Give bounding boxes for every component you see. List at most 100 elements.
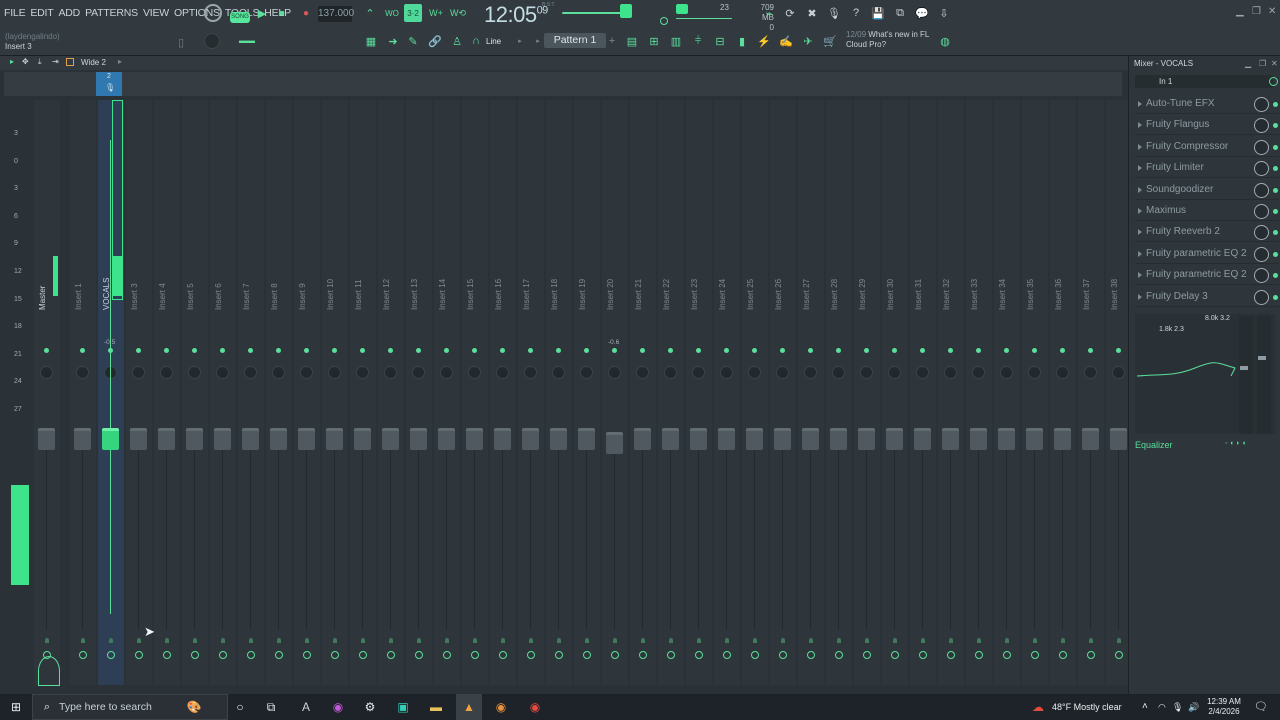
strip-enable-led[interactable] <box>892 348 897 353</box>
taskbar-clock[interactable]: 12:39 AM 2/4/2026 <box>1204 697 1244 717</box>
mixer-strip-insert-31[interactable]: Insert 31 <box>910 100 936 708</box>
strip-send-ring-icon[interactable] <box>891 651 899 659</box>
strip-volume-fader[interactable] <box>242 428 259 450</box>
shop-icon[interactable]: 🛒 <box>822 34 838 48</box>
strip-send-ring-icon[interactable] <box>583 651 591 659</box>
mixer-strip-insert-14[interactable]: Insert 14 <box>434 100 460 708</box>
strip-route-icon[interactable] <box>305 638 309 643</box>
strip-send-ring-icon[interactable] <box>667 651 675 659</box>
slot-mix-knob[interactable] <box>1254 182 1269 198</box>
slot-mix-knob[interactable] <box>1254 161 1269 177</box>
strip-route-icon[interactable] <box>1005 638 1009 643</box>
strip-pan-knob[interactable] <box>552 366 565 379</box>
metronome-icon[interactable]: ⌃ <box>362 5 378 21</box>
mixer-strip-insert-4[interactable]: Insert 4 <box>154 100 180 708</box>
mixer-strip-master[interactable]: Master <box>34 100 60 708</box>
screen-capture-icon[interactable]: ▣ <box>393 694 413 720</box>
menu-patterns[interactable]: PATTERNS <box>85 7 138 19</box>
tempo-display[interactable]: 137.000 <box>318 6 354 22</box>
piano-roll-icon[interactable]: ▥ <box>668 34 684 48</box>
fx-slot[interactable]: Maximus <box>1135 201 1279 221</box>
strip-enable-led[interactable] <box>836 348 841 353</box>
strip-route-icon[interactable] <box>193 638 197 643</box>
strip-send-ring-icon[interactable] <box>219 651 227 659</box>
step-edit-icon[interactable]: W+ <box>428 5 444 21</box>
strip-enable-led[interactable] <box>780 348 785 353</box>
fx-slot[interactable]: Fruity Reeverb 2 <box>1135 222 1279 243</box>
strip-volume-fader[interactable] <box>130 428 147 450</box>
strip-pan-knob[interactable] <box>692 366 705 379</box>
strip-enable-led[interactable] <box>696 348 701 353</box>
mixer-strip-insert-13[interactable]: Insert 13 <box>406 100 432 708</box>
strip-route-icon[interactable] <box>809 638 813 643</box>
strip-send-ring-icon[interactable] <box>639 651 647 659</box>
strip-enable-led[interactable] <box>44 348 49 353</box>
strip-pan-knob[interactable] <box>860 366 873 379</box>
strip-send-ring-icon[interactable] <box>919 651 927 659</box>
strip-send-ring-icon[interactable] <box>415 651 423 659</box>
strip-send-ring-icon[interactable] <box>807 651 815 659</box>
slot-mix-knob[interactable] <box>1254 204 1269 219</box>
mixer-strip-insert-16[interactable]: Insert 16 <box>490 100 516 708</box>
strip-route-icon[interactable] <box>81 638 85 643</box>
file-explorer-icon[interactable]: ▬ <box>426 694 446 720</box>
piano-keyboard-icon[interactable]: ▦ <box>362 34 380 48</box>
strip-route-icon[interactable] <box>529 638 533 643</box>
slot-enable-led[interactable] <box>1273 251 1278 257</box>
mixer-strip-insert-8[interactable]: Insert 8 <box>266 100 292 708</box>
strip-enable-led[interactable] <box>416 348 421 353</box>
strip-pan-knob[interactable] <box>244 366 257 379</box>
stamp-icon[interactable]: ♙ <box>450 34 464 48</box>
strip-send-ring-icon[interactable] <box>1087 651 1095 659</box>
stop-icon[interactable]: ■ <box>276 6 288 20</box>
strip-enable-led[interactable] <box>1032 348 1037 353</box>
mixer-strip-insert-28[interactable]: Insert 28 <box>826 100 852 708</box>
strip-pan-knob[interactable] <box>496 366 509 379</box>
strip-pan-knob[interactable] <box>40 366 53 379</box>
mixer-strip-insert-32[interactable]: Insert 32 <box>938 100 964 708</box>
slot-expand-icon[interactable] <box>1138 143 1142 150</box>
strip-volume-fader[interactable] <box>438 428 455 450</box>
strip-pan-knob[interactable] <box>1028 366 1041 379</box>
mixer-strip-insert-35[interactable]: Insert 35 <box>1022 100 1048 708</box>
play-icon[interactable]: ▶ <box>256 6 268 20</box>
strip-volume-fader[interactable] <box>802 428 819 450</box>
add-pattern-icon[interactable]: + <box>608 35 616 47</box>
slot-expand-icon[interactable] <box>1138 293 1142 300</box>
strip-route-icon[interactable] <box>669 638 673 643</box>
browser-icon[interactable]: ⊟ <box>712 34 728 48</box>
mixer-strip-insert-33[interactable]: Insert 33 <box>966 100 992 708</box>
news-panel[interactable]: 12/09 What's new in FL Cloud Pro? <box>846 30 929 50</box>
strip-pan-knob[interactable] <box>580 366 593 379</box>
strip-enable-led[interactable] <box>668 348 673 353</box>
weather-text[interactable]: 48°F Mostly clear <box>1052 694 1122 720</box>
strip-pan-knob[interactable] <box>1112 366 1125 379</box>
master-volume-knob[interactable] <box>660 17 668 25</box>
download-icon[interactable]: ⇩ <box>936 5 952 21</box>
strip-volume-fader[interactable] <box>718 428 735 450</box>
plugin-picker-icon[interactable]: ⚡ <box>756 34 772 48</box>
strip-pan-knob[interactable] <box>524 366 537 379</box>
slot-mix-knob[interactable] <box>1254 268 1269 284</box>
strip-route-icon[interactable] <box>753 638 757 643</box>
strip-send-ring-icon[interactable] <box>471 651 479 659</box>
strip-volume-fader[interactable] <box>830 428 847 450</box>
mixer-view-mode[interactable]: Wide 2 <box>81 58 106 67</box>
strip-enable-led[interactable] <box>528 348 533 353</box>
slot-expand-icon[interactable] <box>1138 208 1142 214</box>
strip-send-ring-icon[interactable] <box>611 651 619 659</box>
fx-slot[interactable]: Soundgoodizer <box>1135 180 1279 200</box>
strip-send-ring-icon[interactable] <box>331 651 339 659</box>
strip-volume-fader[interactable] <box>774 428 791 450</box>
mixer-strip-insert-5[interactable]: Insert 5 <box>182 100 208 708</box>
strip-volume-fader[interactable] <box>1082 428 1099 450</box>
strip-volume-fader[interactable] <box>634 428 651 450</box>
channel-rack-icon[interactable]: ⊞ <box>646 34 662 48</box>
strip-enable-led[interactable] <box>500 348 505 353</box>
strip-enable-led[interactable] <box>584 348 589 353</box>
mixer-icon[interactable]: ⫩ <box>690 34 706 48</box>
strip-volume-fader[interactable] <box>1110 428 1127 450</box>
cortana-icon[interactable]: ○ <box>232 694 248 720</box>
app-a-icon[interactable]: A <box>296 694 316 720</box>
stem-separator-icon[interactable]: ✈ <box>800 34 816 48</box>
